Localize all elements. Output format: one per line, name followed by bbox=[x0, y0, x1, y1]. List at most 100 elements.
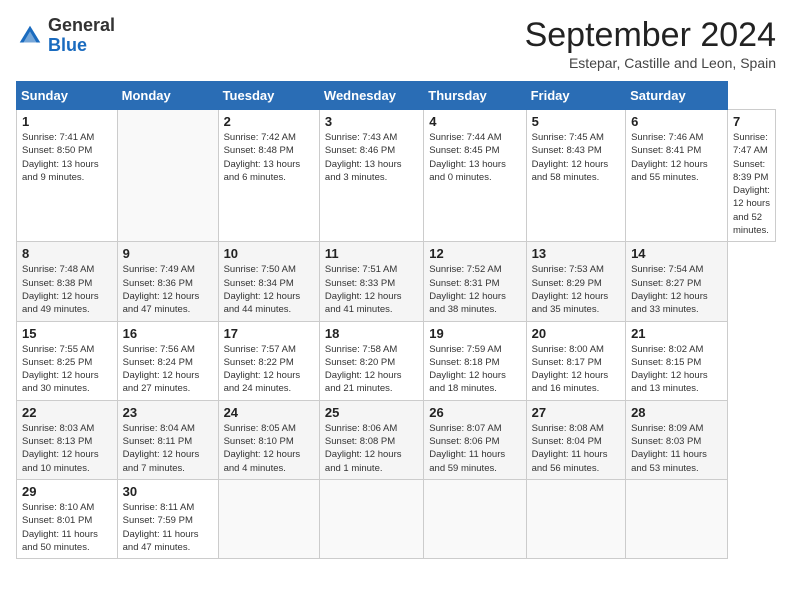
day-info: Sunrise: 7:46 AMSunset: 8:41 PMDaylight:… bbox=[631, 131, 722, 184]
day-info: Sunrise: 7:57 AMSunset: 8:22 PMDaylight:… bbox=[224, 343, 314, 396]
calendar-day: 27 Sunrise: 8:08 AMSunset: 8:04 PMDayligh… bbox=[526, 400, 625, 479]
calendar-day: 14Sunrise: 7:54 AMSunset: 8:27 PMDayligh… bbox=[626, 242, 728, 321]
day-info: Sunrise: 7:43 AMSunset: 8:46 PMDaylight:… bbox=[325, 131, 418, 184]
calendar-day: 22 Sunrise: 8:03 AMSunset: 8:13 PMDayligh… bbox=[17, 400, 118, 479]
day-number: 7 bbox=[733, 114, 770, 129]
day-number: 10 bbox=[224, 246, 314, 261]
day-info: Sunrise: 7:42 AMSunset: 8:48 PMDaylight:… bbox=[224, 131, 314, 184]
calendar-day: 13Sunrise: 7:53 AMSunset: 8:29 PMDayligh… bbox=[526, 242, 625, 321]
calendar-day: 5 Sunrise: 7:45 AMSunset: 8:43 PMDaylight… bbox=[526, 110, 625, 242]
day-info: Sunrise: 8:02 AMSunset: 8:15 PMDaylight:… bbox=[631, 343, 722, 396]
day-number: 9 bbox=[123, 246, 213, 261]
calendar-week-row: 8 Sunrise: 7:48 AMSunset: 8:38 PMDaylight… bbox=[17, 242, 776, 321]
day-number: 26 bbox=[429, 405, 520, 420]
day-info: Sunrise: 7:52 AMSunset: 8:31 PMDaylight:… bbox=[429, 263, 520, 316]
weekday-header: Sunday bbox=[17, 82, 118, 110]
day-info: Sunrise: 7:49 AMSunset: 8:36 PMDaylight:… bbox=[123, 263, 213, 316]
calendar-day: 4Sunrise: 7:44 AMSunset: 8:45 PMDaylight… bbox=[424, 110, 526, 242]
day-info: Sunrise: 7:47 AMSunset: 8:39 PMDaylight:… bbox=[733, 131, 770, 237]
day-info: Sunrise: 7:45 AMSunset: 8:43 PMDaylight:… bbox=[532, 131, 620, 184]
day-info: Sunrise: 7:44 AMSunset: 8:45 PMDaylight:… bbox=[429, 131, 520, 184]
day-number: 17 bbox=[224, 326, 314, 341]
calendar-day: 1Sunrise: 7:41 AMSunset: 8:50 PMDaylight… bbox=[17, 110, 118, 242]
day-info: Sunrise: 8:06 AMSunset: 8:08 PMDaylight:… bbox=[325, 422, 418, 475]
day-info: Sunrise: 7:51 AMSunset: 8:33 PMDaylight:… bbox=[325, 263, 418, 316]
day-number: 23 bbox=[123, 405, 213, 420]
day-info: Sunrise: 7:56 AMSunset: 8:24 PMDaylight:… bbox=[123, 343, 213, 396]
calendar-day: 25Sunrise: 8:06 AMSunset: 8:08 PMDayligh… bbox=[319, 400, 423, 479]
calendar-day: 16 Sunrise: 7:56 AMSunset: 8:24 PMDayligh… bbox=[117, 321, 218, 400]
calendar-day: 6 Sunrise: 7:46 AMSunset: 8:41 PMDaylight… bbox=[626, 110, 728, 242]
day-info: Sunrise: 7:59 AMSunset: 8:18 PMDaylight:… bbox=[429, 343, 520, 396]
day-info: Sunrise: 7:58 AMSunset: 8:20 PMDaylight:… bbox=[325, 343, 418, 396]
weekday-header: Wednesday bbox=[319, 82, 423, 110]
day-info: Sunrise: 8:09 AMSunset: 8:03 PMDaylight:… bbox=[631, 422, 722, 475]
weekday-header: Saturday bbox=[626, 82, 728, 110]
day-info: Sunrise: 8:11 AMSunset: 7:59 PMDaylight:… bbox=[123, 501, 213, 554]
weekday-header: Friday bbox=[526, 82, 625, 110]
day-number: 16 bbox=[123, 326, 213, 341]
calendar-day: 18Sunrise: 7:58 AMSunset: 8:20 PMDayligh… bbox=[319, 321, 423, 400]
day-info: Sunrise: 8:05 AMSunset: 8:10 PMDaylight:… bbox=[224, 422, 314, 475]
calendar-day: 12 Sunrise: 7:52 AMSunset: 8:31 PMDayligh… bbox=[424, 242, 526, 321]
calendar-day: 29 Sunrise: 8:10 AMSunset: 8:01 PMDayligh… bbox=[17, 479, 118, 558]
calendar-day: 8 Sunrise: 7:48 AMSunset: 8:38 PMDaylight… bbox=[17, 242, 118, 321]
calendar-day: 17 Sunrise: 7:57 AMSunset: 8:22 PMDayligh… bbox=[218, 321, 319, 400]
day-info: Sunrise: 8:10 AMSunset: 8:01 PMDaylight:… bbox=[22, 501, 112, 554]
calendar-week-row: 22 Sunrise: 8:03 AMSunset: 8:13 PMDayligh… bbox=[17, 400, 776, 479]
day-number: 27 bbox=[532, 405, 620, 420]
day-info: Sunrise: 7:55 AMSunset: 8:25 PMDaylight:… bbox=[22, 343, 112, 396]
day-number: 12 bbox=[429, 246, 520, 261]
calendar-day: 21 Sunrise: 8:02 AMSunset: 8:15 PMDayligh… bbox=[626, 321, 728, 400]
calendar-day bbox=[319, 479, 423, 558]
weekday-header-row: SundayMondayTuesdayWednesdayThursdayFrid… bbox=[17, 82, 776, 110]
calendar-day bbox=[117, 110, 218, 242]
calendar-day bbox=[626, 479, 728, 558]
calendar-day bbox=[424, 479, 526, 558]
day-info: Sunrise: 8:00 AMSunset: 8:17 PMDaylight:… bbox=[532, 343, 620, 396]
calendar-day: 30 Sunrise: 8:11 AMSunset: 7:59 PMDayligh… bbox=[117, 479, 218, 558]
weekday-header: Monday bbox=[117, 82, 218, 110]
calendar-day: 11 Sunrise: 7:51 AMSunset: 8:33 PMDayligh… bbox=[319, 242, 423, 321]
calendar-day: 19 Sunrise: 7:59 AMSunset: 8:18 PMDayligh… bbox=[424, 321, 526, 400]
day-info: Sunrise: 7:54 AMSunset: 8:27 PMDaylight:… bbox=[631, 263, 722, 316]
calendar-week-row: 1Sunrise: 7:41 AMSunset: 8:50 PMDaylight… bbox=[17, 110, 776, 242]
day-info: Sunrise: 8:08 AMSunset: 8:04 PMDaylight:… bbox=[532, 422, 620, 475]
logo-icon bbox=[16, 22, 44, 50]
day-info: Sunrise: 7:53 AMSunset: 8:29 PMDaylight:… bbox=[532, 263, 620, 316]
day-number: 3 bbox=[325, 114, 418, 129]
calendar-day: 20Sunrise: 8:00 AMSunset: 8:17 PMDayligh… bbox=[526, 321, 625, 400]
calendar-day: 2 Sunrise: 7:42 AMSunset: 8:48 PMDaylight… bbox=[218, 110, 319, 242]
day-number: 2 bbox=[224, 114, 314, 129]
day-number: 30 bbox=[123, 484, 213, 499]
day-number: 8 bbox=[22, 246, 112, 261]
day-number: 21 bbox=[631, 326, 722, 341]
day-number: 22 bbox=[22, 405, 112, 420]
calendar-day bbox=[218, 479, 319, 558]
calendar-day: 26 Sunrise: 8:07 AMSunset: 8:06 PMDayligh… bbox=[424, 400, 526, 479]
calendar-day: 7 Sunrise: 7:47 AMSunset: 8:39 PMDaylight… bbox=[727, 110, 775, 242]
logo-text: General Blue bbox=[48, 16, 115, 56]
day-info: Sunrise: 7:48 AMSunset: 8:38 PMDaylight:… bbox=[22, 263, 112, 316]
calendar-day: 23 Sunrise: 8:04 AMSunset: 8:11 PMDayligh… bbox=[117, 400, 218, 479]
day-number: 15 bbox=[22, 326, 112, 341]
day-info: Sunrise: 8:03 AMSunset: 8:13 PMDaylight:… bbox=[22, 422, 112, 475]
day-number: 6 bbox=[631, 114, 722, 129]
calendar-week-row: 15 Sunrise: 7:55 AMSunset: 8:25 PMDayligh… bbox=[17, 321, 776, 400]
day-number: 24 bbox=[224, 405, 314, 420]
day-info: Sunrise: 8:07 AMSunset: 8:06 PMDaylight:… bbox=[429, 422, 520, 475]
day-info: Sunrise: 7:41 AMSunset: 8:50 PMDaylight:… bbox=[22, 131, 112, 184]
location-subtitle: Estepar, Castille and Leon, Spain bbox=[525, 55, 776, 71]
day-number: 5 bbox=[532, 114, 620, 129]
calendar-table: SundayMondayTuesdayWednesdayThursdayFrid… bbox=[16, 81, 776, 559]
calendar-day: 28Sunrise: 8:09 AMSunset: 8:03 PMDayligh… bbox=[626, 400, 728, 479]
calendar-day: 10Sunrise: 7:50 AMSunset: 8:34 PMDayligh… bbox=[218, 242, 319, 321]
weekday-header: Tuesday bbox=[218, 82, 319, 110]
day-number: 19 bbox=[429, 326, 520, 341]
month-title: September 2024 bbox=[525, 16, 776, 55]
weekday-header: Thursday bbox=[424, 82, 526, 110]
calendar-day: 9 Sunrise: 7:49 AMSunset: 8:36 PMDaylight… bbox=[117, 242, 218, 321]
day-number: 29 bbox=[22, 484, 112, 499]
day-info: Sunrise: 8:04 AMSunset: 8:11 PMDaylight:… bbox=[123, 422, 213, 475]
day-number: 11 bbox=[325, 246, 418, 261]
